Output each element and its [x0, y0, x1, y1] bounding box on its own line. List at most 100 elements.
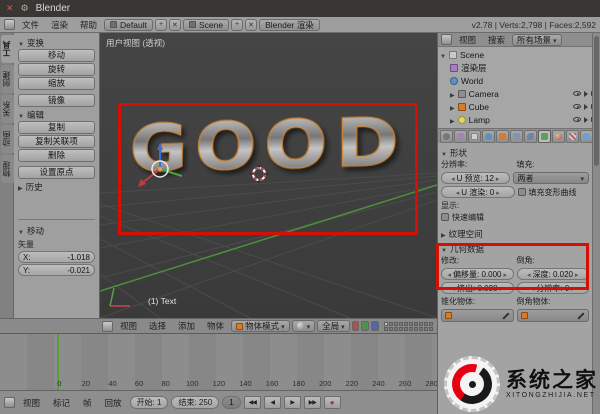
outliner-view-menu[interactable]: 视图	[454, 34, 481, 46]
tab-object-data-icon[interactable]	[538, 129, 551, 143]
add-screen-button[interactable]	[154, 18, 167, 31]
set-origin-button[interactable]: 设置原点	[18, 166, 95, 179]
tab-texture-icon[interactable]	[566, 129, 579, 143]
tool-tab-create[interactable]: 创建	[1, 65, 14, 93]
edit-panel-title[interactable]: 编辑	[27, 109, 44, 121]
object-menu[interactable]: 物体	[202, 320, 229, 332]
scrollbar-thumb[interactable]	[594, 36, 599, 166]
outliner-item-camera[interactable]: Camera	[440, 87, 598, 100]
orientation-selector[interactable]: 全局	[317, 320, 350, 332]
fill-deformed-checkbox[interactable]: 填充变形曲线	[517, 186, 590, 198]
tool-tab-animation[interactable]: 动画	[1, 125, 14, 153]
scene-selector[interactable]: Scene	[182, 18, 230, 31]
window-close-icon[interactable]	[6, 4, 14, 13]
rotate-button[interactable]: 旋转	[18, 63, 95, 76]
selectability-icon[interactable]	[584, 116, 588, 123]
fast-editing-checkbox[interactable]: 快速编辑	[441, 211, 589, 223]
viewport-3d[interactable]: 用户视图 (透视) GOOD (1) Text	[100, 33, 437, 318]
info-editor-icon[interactable]	[4, 19, 15, 30]
add-scene-button[interactable]	[231, 18, 244, 31]
scale-manipulator-icon[interactable]	[371, 321, 379, 331]
fill-mode-dropdown[interactable]: 两者	[512, 172, 589, 184]
panel-collapsed-icon[interactable]	[18, 182, 23, 192]
shading-selector[interactable]	[291, 320, 316, 332]
screen-layout-selector[interactable]: Default	[104, 18, 153, 31]
play-reverse-button[interactable]	[263, 396, 281, 409]
panel-collapsed-icon[interactable]	[441, 229, 446, 239]
outliner-editor-icon[interactable]	[441, 34, 452, 45]
tab-modifiers-icon[interactable]	[524, 129, 537, 143]
panel-expand-icon[interactable]	[441, 148, 447, 158]
delete-scene-button[interactable]	[245, 18, 258, 31]
timeline-editor-icon[interactable]	[4, 397, 15, 408]
duplicate-button[interactable]: 复制	[18, 121, 95, 134]
bevel-object-field[interactable]	[516, 309, 589, 322]
panel-expand-icon[interactable]	[18, 38, 24, 48]
rotate-manipulator-icon[interactable]	[361, 321, 370, 331]
view-menu[interactable]: 视图	[115, 320, 142, 332]
texture-space-panel-title[interactable]: 纹理空间	[449, 228, 483, 240]
end-frame-field[interactable]: 结束: 250	[171, 396, 220, 409]
viewport-editor-icon[interactable]	[102, 320, 113, 332]
history-panel-title[interactable]: 历史	[26, 181, 43, 193]
taper-object-field[interactable]	[441, 309, 514, 322]
timeline-marker-menu[interactable]: 标记	[48, 397, 75, 409]
tab-render-icon[interactable]	[440, 129, 453, 143]
delete-screen-button[interactable]	[168, 18, 181, 31]
visibility-eye-icon[interactable]	[573, 117, 581, 122]
outliner-item-cube[interactable]: Cube	[440, 100, 598, 113]
tab-scene-icon[interactable]	[468, 129, 481, 143]
jump-to-end-button[interactable]	[303, 396, 321, 409]
tab-constraints-icon[interactable]	[510, 129, 523, 143]
translate-button[interactable]: 移动	[18, 49, 95, 62]
timeline-ruler[interactable]: 0 20 40 60 80 100 120 140 160 180 200 22…	[0, 333, 438, 391]
mode-selector[interactable]: 物体模式	[231, 320, 290, 332]
vector-x-field[interactable]: X: -1.018	[18, 251, 95, 263]
expand-icon[interactable]	[450, 102, 455, 112]
menu-help[interactable]: 帮助	[75, 19, 102, 31]
eyedropper-icon[interactable]	[501, 311, 510, 320]
visibility-eye-icon[interactable]	[573, 91, 581, 96]
outliner-search-menu[interactable]: 搜索	[483, 34, 510, 46]
transform-panel-title[interactable]: 变换	[27, 37, 44, 49]
tool-tab-physics[interactable]: 物理	[1, 155, 14, 183]
menu-file[interactable]: 文件	[17, 19, 44, 31]
delete-button[interactable]: 删除	[18, 149, 95, 162]
tab-material-icon[interactable]	[552, 129, 565, 143]
shape-panel-title[interactable]: 形状	[450, 147, 467, 159]
outliner-item-scene[interactable]: Scene	[440, 48, 598, 61]
outliner-item-world[interactable]: World	[440, 74, 598, 87]
play-button[interactable]	[283, 396, 301, 409]
preview-u-field[interactable]: U 预览: 12	[441, 172, 510, 184]
outliner-display-mode[interactable]: 所有场景	[512, 33, 562, 46]
eyedropper-icon[interactable]	[576, 311, 585, 320]
panel-expand-icon[interactable]	[18, 110, 24, 120]
select-menu[interactable]: 选择	[144, 320, 171, 332]
tab-world-icon[interactable]	[482, 129, 495, 143]
translate-manipulator-icon[interactable]	[351, 321, 360, 331]
layers-widget[interactable]	[383, 321, 433, 331]
selectability-icon[interactable]	[584, 103, 588, 110]
outliner-item-lamp[interactable]: Lamp	[440, 113, 598, 126]
mirror-button[interactable]: 镜像	[18, 94, 95, 107]
timeline-view-menu[interactable]: 视图	[18, 397, 45, 409]
timeline-playback-menu[interactable]: 回放	[100, 397, 127, 409]
tool-tab-tools[interactable]: 工具	[1, 35, 14, 63]
duplicate-linked-button[interactable]: 复制关联项	[18, 135, 95, 148]
menu-render[interactable]: 渲染	[46, 19, 73, 31]
expand-icon[interactable]	[440, 50, 446, 60]
panel-expand-icon[interactable]	[18, 226, 24, 236]
scale-button[interactable]: 缩放	[18, 77, 95, 90]
visibility-eye-icon[interactable]	[573, 104, 581, 109]
add-menu[interactable]: 添加	[173, 320, 200, 332]
tab-object-icon[interactable]	[496, 129, 509, 143]
start-frame-field[interactable]: 开始: 1	[129, 396, 169, 409]
tool-tab-relations[interactable]: 关系	[1, 95, 14, 123]
render-u-field[interactable]: U 渲染: 0	[441, 186, 515, 198]
expand-icon[interactable]	[450, 89, 455, 99]
timeline-frame-menu[interactable]: 帧	[78, 397, 97, 409]
expand-icon[interactable]	[450, 115, 455, 125]
window-menu-gear-icon[interactable]	[21, 4, 29, 13]
current-frame-field[interactable]: 1	[222, 396, 241, 409]
vector-y-field[interactable]: Y: -0.021	[18, 264, 95, 276]
